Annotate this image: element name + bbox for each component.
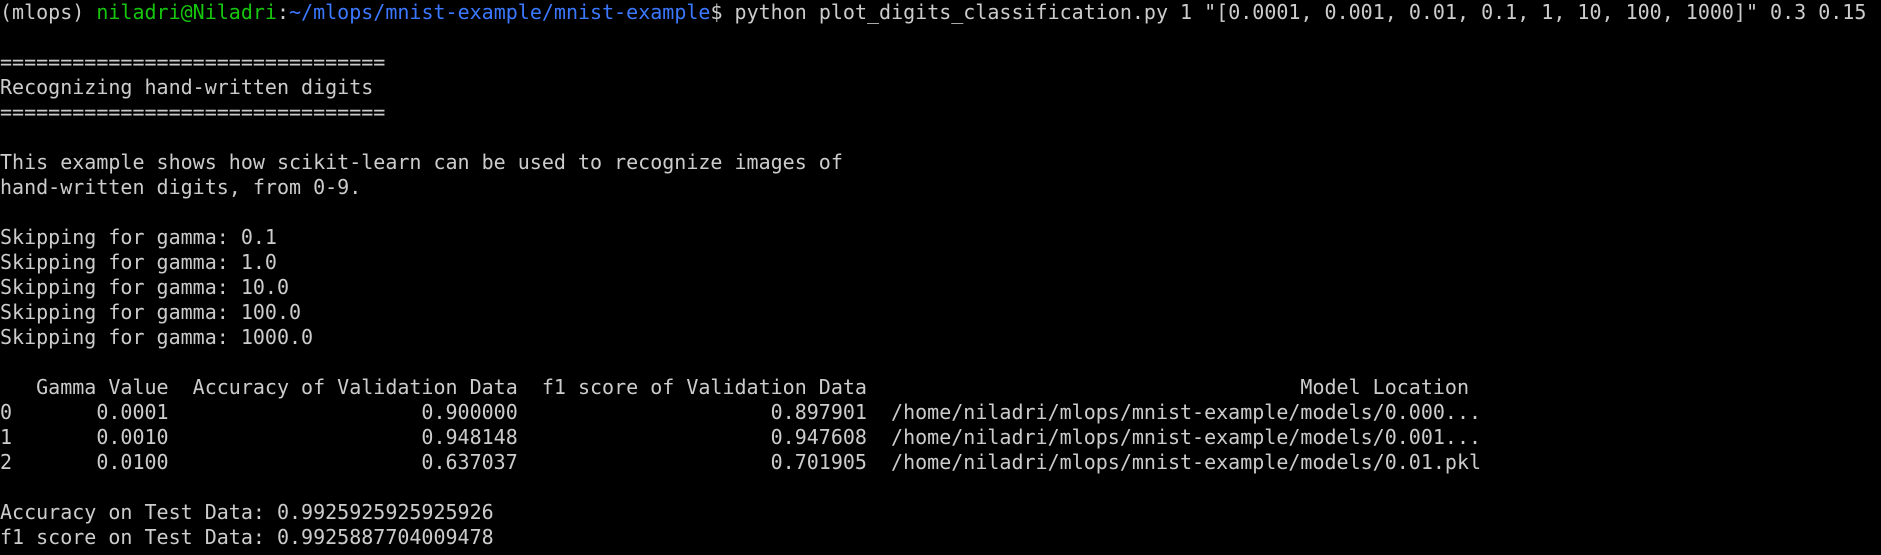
prompt-separator: : <box>276 0 289 24</box>
prompt-env: (mlops) <box>0 0 97 24</box>
table-header: Gamma Value Accuracy of Validation Data … <box>0 375 1470 399</box>
test-f1-line: f1 score on Test Data: 0.992588770400947… <box>0 525 494 549</box>
table-row: 1 0.0010 0.948148 0.947608 /home/niladri… <box>0 425 1482 449</box>
skip-line: Skipping for gamma: 1000.0 <box>0 325 314 349</box>
prompt-user-host: niladri@Niladri <box>96 0 277 24</box>
skip-line: Skipping for gamma: 1.0 <box>0 250 277 274</box>
output-heading: Recognizing hand-written digits <box>0 75 374 99</box>
description-line: hand-written digits, from 0-9. <box>0 175 362 199</box>
command-text: python plot_digits_classification.py 1 "… <box>734 0 1867 24</box>
rule-top: ================================ <box>0 50 386 74</box>
command-line: (mlops) niladri@Niladri:~/mlops/mnist-ex… <box>0 0 1881 25</box>
prompt-path: ~/mlops/mnist-example/mnist-example <box>289 0 711 24</box>
description-line: This example shows how scikit-learn can … <box>0 150 843 174</box>
prompt-symbol: $ <box>710 0 735 24</box>
table-row: 0 0.0001 0.900000 0.897901 /home/niladri… <box>0 400 1482 424</box>
skip-line: Skipping for gamma: 100.0 <box>0 300 302 324</box>
terminal-window[interactable]: (mlops) niladri@Niladri:~/mlops/mnist-ex… <box>0 0 1881 555</box>
table-row: 2 0.0100 0.637037 0.701905 /home/niladri… <box>0 450 1482 474</box>
rule-bottom: ================================ <box>0 100 386 124</box>
skip-line: Skipping for gamma: 10.0 <box>0 275 289 299</box>
test-accuracy-line: Accuracy on Test Data: 0.992592592592592… <box>0 500 494 524</box>
skip-line: Skipping for gamma: 0.1 <box>0 225 277 249</box>
